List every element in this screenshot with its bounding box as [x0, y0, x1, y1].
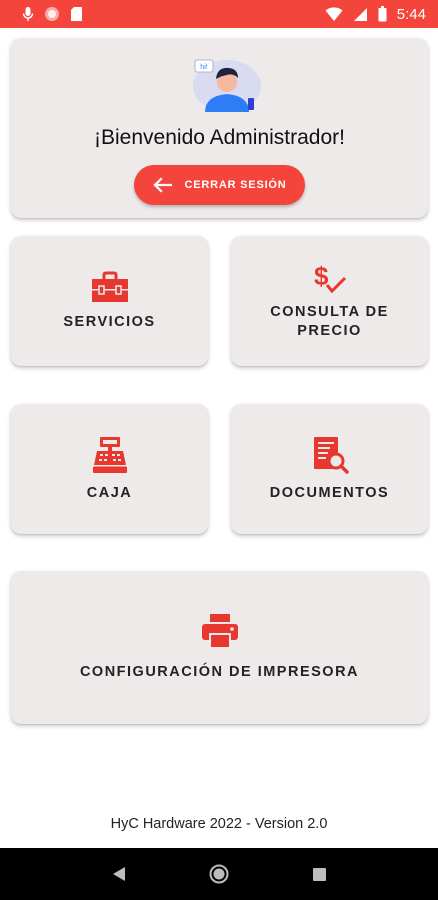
document-search-icon: [313, 436, 349, 474]
wifi-icon: [325, 6, 343, 21]
welcome-message: ¡Bienvenido Administrador!: [94, 126, 345, 149]
servicios-button[interactable]: SERVICIOS: [11, 236, 208, 366]
sd-card-icon: [71, 7, 82, 21]
consulta-precio-button[interactable]: $ CONSULTA DE PRECIO: [231, 236, 428, 366]
logout-button[interactable]: CERRAR SESIÓN: [134, 165, 305, 205]
consulta-precio-label: CONSULTA DE PRECIO: [270, 304, 389, 339]
avatar: hi!: [191, 52, 263, 112]
status-right-icons: 5:44: [325, 6, 426, 23]
dollar-check-icon: $: [314, 261, 346, 294]
documentos-label: DOCUMENTOS: [269, 484, 390, 501]
welcome-card: hi! ¡Bienvenido Administrador! CERRAR SE…: [11, 38, 428, 218]
home-icon[interactable]: [208, 863, 230, 885]
documentos-button[interactable]: DOCUMENTOS: [231, 404, 428, 534]
status-time: 5:44: [396, 5, 426, 23]
status-left-icons: [22, 6, 83, 22]
caja-label: CAJA: [86, 484, 133, 501]
app-version-footer: HyC Hardware 2022 - Version 2.0: [110, 816, 328, 832]
configuracion-impresora-button[interactable]: CONFIGURACIÓN DE IMPRESORA: [11, 571, 428, 724]
navigation-bar: [0, 848, 438, 900]
toolbox-icon: [91, 271, 128, 302]
record-icon: [45, 7, 59, 21]
battery-icon: [378, 6, 387, 22]
microphone-icon: [22, 7, 34, 21]
servicios-label: SERVICIOS: [63, 313, 156, 330]
printer-icon: [201, 614, 238, 649]
signal-icon: [353, 7, 367, 21]
configuracion-impresora-label: CONFIGURACIÓN DE IMPRESORA: [79, 664, 360, 680]
caja-button[interactable]: CAJA: [11, 404, 208, 534]
status-bar: 5:44: [0, 0, 438, 28]
recents-icon[interactable]: [312, 867, 327, 882]
logout-label: CERRAR SESIÓN: [184, 179, 287, 191]
avatar-bubble-text: hi!: [200, 64, 207, 71]
back-icon[interactable]: [111, 866, 127, 882]
arrow-left-icon: [153, 177, 173, 193]
cash-register-icon: [92, 436, 127, 473]
